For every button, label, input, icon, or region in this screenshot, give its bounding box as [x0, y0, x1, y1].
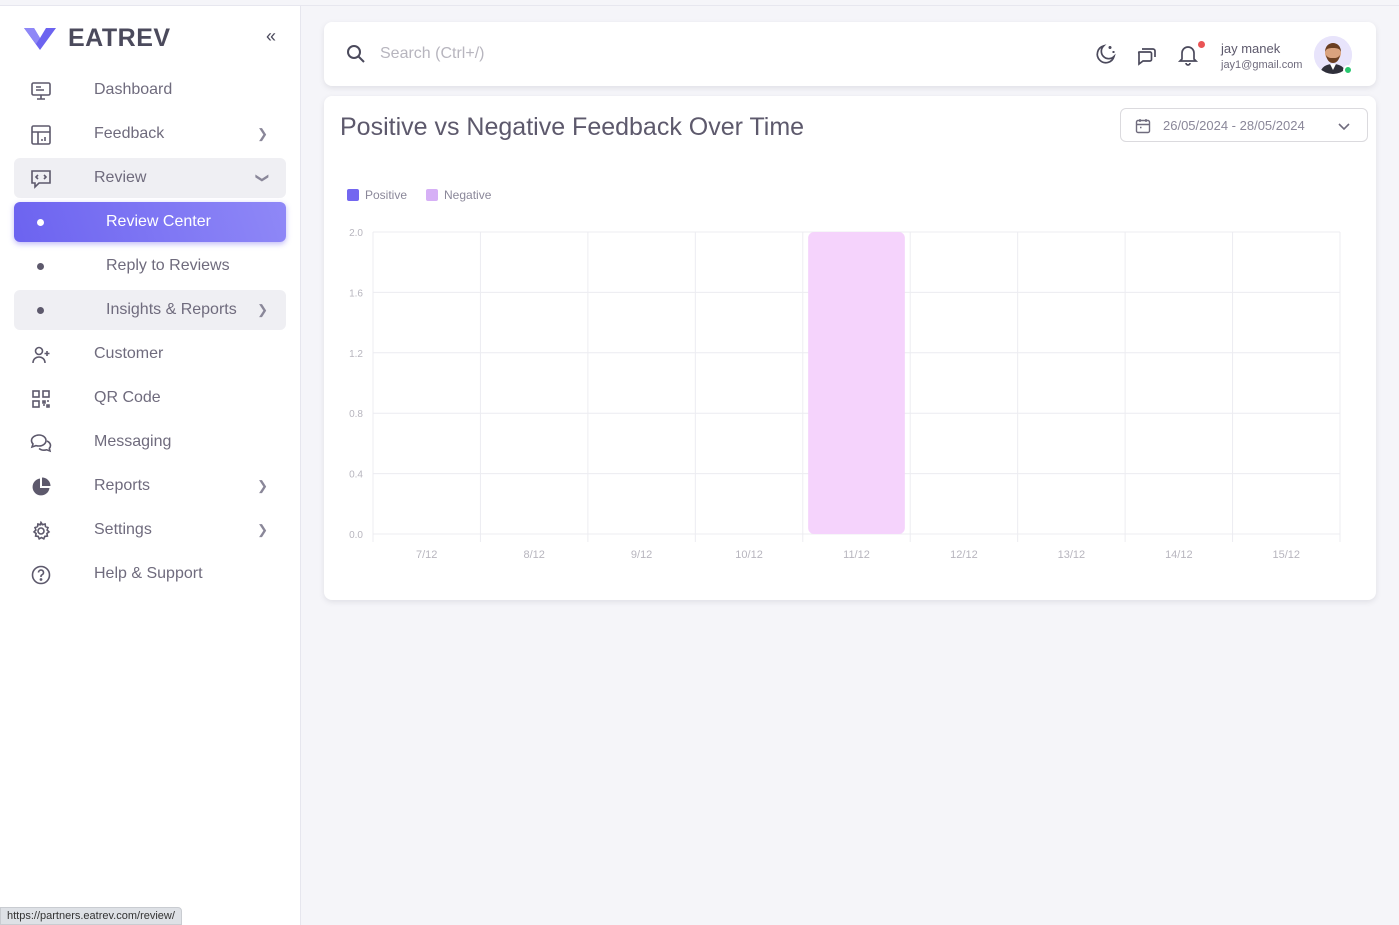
code-review-icon — [30, 168, 52, 190]
sidebar-item-messaging[interactable]: Messaging — [14, 422, 286, 462]
online-status-dot — [1343, 65, 1353, 75]
x-tick-label: 9/12 — [631, 549, 652, 561]
bar-negative — [808, 232, 905, 534]
sidebar-item-label: Reports — [94, 477, 151, 494]
pie-chart-icon — [30, 476, 52, 498]
chart-bars — [808, 232, 905, 534]
sidebar-item-dashboard[interactable]: Dashboard — [14, 70, 286, 110]
y-axis-ticks: 0.0 0.4 0.8 1.2 1.6 2.0 — [349, 228, 363, 541]
y-tick-label: 0.8 — [349, 409, 363, 420]
chevron-right-icon: ❯ — [257, 302, 268, 317]
y-tick-label: 0.4 — [349, 470, 363, 481]
sidebar-item-label: Help & Support — [94, 565, 203, 582]
feedback-chart-card: Positive vs Negative Feedback Over Time … — [324, 96, 1376, 600]
user-plus-icon — [30, 344, 52, 366]
x-tick-label: 8/12 — [523, 549, 544, 561]
x-tick-label: 14/12 — [1165, 549, 1193, 561]
x-axis-ticks: 7/12 8/12 9/12 10/12 11/12 12/12 13/12 14/12 15/… — [416, 549, 1300, 561]
sidebar-item-label: Feedback — [94, 125, 165, 142]
chat-bubbles-icon — [30, 432, 52, 454]
sidebar-item-label: QR Code — [94, 389, 161, 406]
sidebar-item-settings[interactable]: Settings ❯ — [14, 510, 286, 550]
x-tick-label: 15/12 — [1273, 549, 1301, 561]
chevron-right-icon: ❯ — [257, 522, 268, 537]
chevron-right-icon: ❯ — [257, 126, 268, 141]
brand-name: EATREV — [68, 24, 171, 52]
sidebar-item-label: Review — [94, 169, 147, 186]
bullet-icon — [37, 218, 44, 226]
sidebar-item-label: Dashboard — [94, 81, 173, 98]
top-navbar: jay manek jay1@gmail.com — [324, 22, 1376, 86]
bullet-icon — [37, 262, 44, 270]
sidebar-subitem-review-center[interactable]: Review Center — [14, 202, 286, 242]
sidebar-item-label: Customer — [94, 345, 164, 362]
brand[interactable]: EATREV — [22, 24, 171, 53]
brand-logo-icon — [24, 27, 56, 50]
collapse-sidebar-icon[interactable]: « — [266, 26, 276, 47]
monitor-icon — [30, 80, 52, 102]
sidebar-item-qr-code[interactable]: QR Code — [14, 378, 286, 418]
qr-code-icon — [30, 388, 52, 410]
search-input[interactable] — [380, 42, 780, 66]
x-tick-label: 13/12 — [1058, 549, 1086, 561]
sidebar-item-feedback[interactable]: Feedback ❯ — [14, 114, 286, 154]
sidebar-subitem-reply-to-reviews[interactable]: Reply to Reviews — [14, 246, 286, 286]
x-tick-label: 12/12 — [950, 549, 978, 561]
sidebar-item-help-support[interactable]: Help & Support — [14, 554, 286, 594]
bullet-icon — [37, 306, 44, 314]
sidebar-item-label: Review Center — [106, 213, 211, 230]
gear-icon — [30, 520, 52, 542]
search-icon[interactable] — [346, 44, 366, 69]
sidebar-item-label: Settings — [94, 521, 152, 538]
user-name: jay manek — [1221, 41, 1281, 56]
sidebar: EATREV « Dashboard Feedback ❯ Review ❯ R… — [0, 6, 301, 925]
sidebar-item-label: Messaging — [94, 433, 172, 450]
sidebar-item-label: Insights & Reports — [106, 301, 237, 318]
bell-icon[interactable] — [1176, 42, 1200, 66]
y-tick-label: 1.6 — [349, 288, 363, 299]
chevron-right-icon: ❯ — [257, 478, 268, 493]
sidebar-item-customer[interactable]: Customer — [14, 334, 286, 374]
sidebar-item-reports[interactable]: Reports ❯ — [14, 466, 286, 506]
x-tick-label: 10/12 — [735, 549, 763, 561]
x-tick-label: 11/12 — [843, 549, 870, 561]
chevron-down-icon: ❯ — [255, 172, 271, 184]
feedback-icon — [30, 124, 52, 146]
bar-chart: 0.0 0.4 0.8 1.2 1.6 2.0 7/12 8/12 9/12 10/12 11/1… — [349, 228, 1341, 561]
notification-badge — [1198, 41, 1205, 48]
messages-icon[interactable] — [1135, 42, 1159, 66]
y-tick-label: 0.0 — [349, 530, 363, 541]
y-tick-label: 1.2 — [349, 349, 363, 360]
sidebar-item-label: Reply to Reviews — [106, 257, 230, 274]
dark-mode-moon-icon[interactable] — [1094, 42, 1118, 66]
user-email: jay1@gmail.com — [1221, 59, 1303, 71]
browser-status-url: https://partners.eatrev.com/review/ — [0, 907, 182, 925]
x-tick-label: 7/12 — [416, 549, 437, 561]
sidebar-subitem-insights-reports[interactable]: Insights & Reports ❯ — [14, 290, 286, 330]
sidebar-item-review[interactable]: Review ❯ — [14, 158, 286, 198]
help-circle-icon — [30, 564, 52, 586]
y-tick-label: 2.0 — [349, 228, 363, 239]
